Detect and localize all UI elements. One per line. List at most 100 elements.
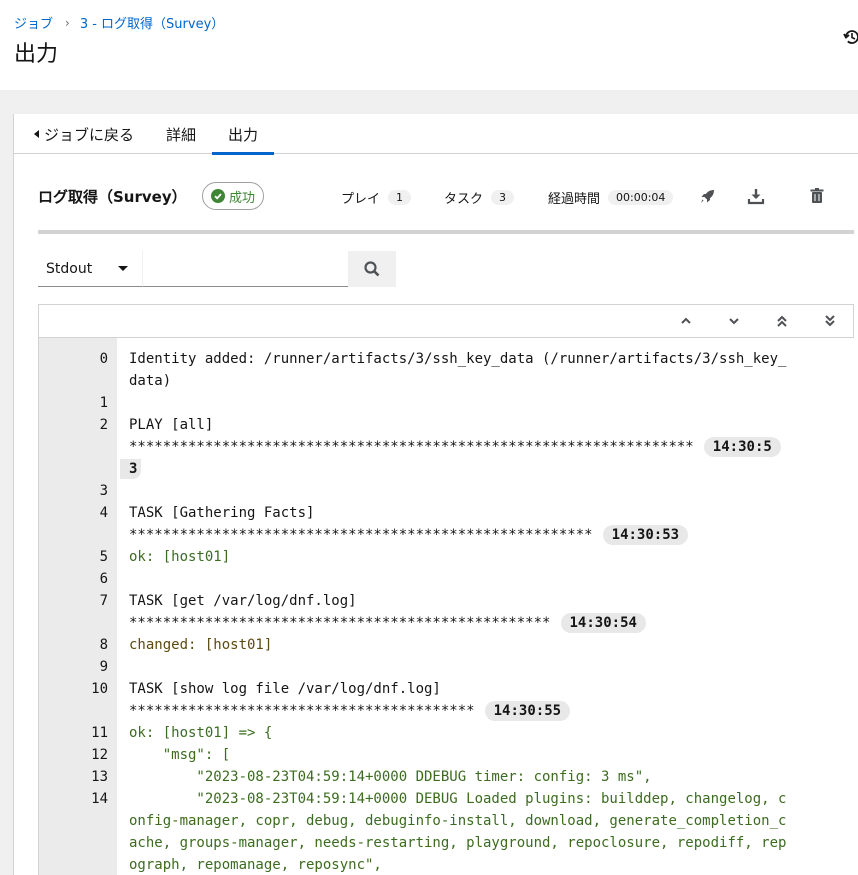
tab-back-to-jobs[interactable]: ジョブに戻る bbox=[14, 114, 150, 154]
log-text: TASK [Gathering Facts] bbox=[129, 505, 315, 521]
search-type-value: Stdout bbox=[46, 260, 93, 277]
elapsed-label: 経過時間 bbox=[548, 192, 601, 207]
log-text: "2023-08-23T04:59:14+0000 DDEBUG timer: … bbox=[129, 769, 652, 785]
chevron-up-icon[interactable] bbox=[678, 313, 694, 329]
tab-label: 出力 bbox=[228, 125, 259, 144]
log-line: ****************************************… bbox=[39, 524, 855, 546]
line-number: 11 bbox=[91, 725, 108, 741]
log-text: "2023-08-23T04:59:14+0000 DEBUG Loaded p… bbox=[129, 791, 787, 807]
log-line: ograph, repomanage, reposync", bbox=[39, 854, 855, 875]
task-count: タスク 3 bbox=[444, 188, 515, 207]
log-line: 10 TASK [show log file /var/log/dnf.log] bbox=[39, 678, 855, 700]
log-output[interactable]: 0 Identity added: /runner/artifacts/3/ssh… bbox=[38, 338, 854, 875]
log-text: TASK [show log file /var/log/dnf.log] bbox=[129, 681, 441, 697]
job-output-card: ジョブに戻る 詳細 出力 ログ取得（Survey） 成功 プレイ 1 タスク 3… bbox=[13, 114, 858, 875]
log-text: PLAY [all] bbox=[129, 417, 214, 433]
log-line: 7 TASK [get /var/log/dnf.log] bbox=[39, 590, 855, 612]
search-input[interactable] bbox=[142, 251, 348, 287]
log-text: ok: [host01] bbox=[129, 549, 231, 565]
tab-bar: ジョブに戻る 詳細 出力 bbox=[14, 114, 858, 155]
caret-down-icon bbox=[118, 266, 128, 271]
chevron-right-icon: › bbox=[65, 15, 70, 30]
timestamp-badge: 14:30:54 bbox=[560, 613, 646, 633]
timestamp-badge: 14:30:53 bbox=[602, 525, 689, 545]
elapsed-badge: 00:00:04 bbox=[608, 190, 674, 205]
line-number: 14 bbox=[91, 791, 108, 807]
log-line: 11 ok: [host01] => { bbox=[39, 722, 855, 744]
log-toolbar bbox=[38, 304, 854, 338]
play-label: プレイ bbox=[341, 192, 381, 207]
elapsed-time: 経過時間 00:00:04 bbox=[548, 188, 674, 207]
tab-details[interactable]: 詳細 bbox=[150, 114, 212, 154]
chevron-down-icon[interactable] bbox=[726, 313, 742, 329]
log-line: onfig-manager, copr, debug, debuginfo-in… bbox=[39, 810, 855, 832]
log-line: ****************************************… bbox=[39, 612, 855, 634]
timestamp-badge: 3 bbox=[120, 459, 142, 479]
line-number: 8 bbox=[99, 637, 108, 653]
line-number: 3 bbox=[99, 483, 108, 499]
caret-left-icon bbox=[34, 130, 39, 138]
line-number: 13 bbox=[91, 769, 108, 785]
log-line: 6 bbox=[39, 568, 855, 590]
rocket-icon[interactable] bbox=[698, 186, 718, 206]
tab-label: ジョブに戻る bbox=[44, 125, 135, 144]
job-name: ログ取得（Survey） bbox=[38, 188, 187, 206]
log-line: 5 ok: [host01] bbox=[39, 546, 855, 568]
line-number: 7 bbox=[99, 593, 108, 609]
line-number: 2 bbox=[99, 417, 108, 433]
tab-output[interactable]: 出力 bbox=[212, 114, 275, 155]
log-text: ****************************************… bbox=[129, 615, 551, 631]
log-text: ****************************************… bbox=[129, 439, 694, 455]
breadcrumb-jobs-link[interactable]: ジョブ bbox=[14, 13, 53, 32]
status-badge: 成功 bbox=[202, 182, 265, 210]
line-number: 12 bbox=[91, 747, 108, 763]
tab-label: 詳細 bbox=[166, 125, 197, 144]
log-line: 2 PLAY [all] bbox=[39, 414, 855, 436]
line-number: 1 bbox=[99, 395, 108, 411]
log-line: 3 bbox=[39, 458, 855, 480]
search-button[interactable] bbox=[348, 251, 396, 287]
timestamp-badge: 14:30:55 bbox=[484, 701, 571, 721]
log-text: "msg": [ bbox=[129, 747, 231, 763]
log-line: ****************************************… bbox=[39, 700, 855, 722]
log-text: ****************************************… bbox=[129, 527, 593, 543]
line-number: 0 bbox=[99, 351, 108, 367]
log-text: ache, groups-manager, needs-restarting, … bbox=[129, 835, 787, 851]
line-number: 6 bbox=[99, 571, 108, 587]
trash-icon[interactable] bbox=[807, 186, 827, 206]
double-chevron-up-icon[interactable] bbox=[774, 313, 790, 329]
task-label: タスク bbox=[444, 192, 484, 207]
breadcrumb: ジョブ › 3 - ログ取得（Survey） bbox=[14, 13, 224, 33]
log-text: ograph, repomanage, reposync", bbox=[129, 857, 382, 873]
check-circle-icon bbox=[211, 189, 225, 203]
search-row: Stdout bbox=[38, 251, 396, 287]
line-number: 5 bbox=[99, 549, 108, 565]
page-title: 出力 bbox=[14, 42, 59, 67]
log-line: 12 "msg": [ bbox=[39, 744, 855, 766]
task-count-badge: 3 bbox=[491, 190, 515, 205]
log-line: 1 bbox=[39, 392, 855, 414]
page-header: ジョブ › 3 - ログ取得（Survey） 出力 bbox=[0, 0, 858, 90]
log-line: data) bbox=[39, 370, 855, 392]
log-line: 8 changed: [host01] bbox=[39, 634, 855, 656]
log-line: 0 Identity added: /runner/artifacts/3/ssh… bbox=[39, 348, 855, 370]
search-type-select[interactable]: Stdout bbox=[38, 251, 142, 287]
double-chevron-down-icon[interactable] bbox=[822, 313, 838, 329]
log-text: ****************************************… bbox=[129, 703, 475, 719]
line-number: 9 bbox=[99, 659, 108, 675]
log-text: onfig-manager, copr, debug, debuginfo-in… bbox=[129, 813, 787, 829]
log-text: Identity added: /runner/artifacts/3/ssh_… bbox=[129, 351, 787, 367]
log-line: ache, groups-manager, needs-restarting, … bbox=[39, 832, 855, 854]
log-text: changed: [host01] bbox=[129, 637, 273, 653]
line-number: 10 bbox=[91, 681, 108, 697]
log-line: 9 bbox=[39, 656, 855, 678]
breadcrumb-current-link[interactable]: 3 - ログ取得（Survey） bbox=[80, 13, 224, 32]
status-label: 成功 bbox=[229, 190, 256, 206]
download-icon[interactable] bbox=[746, 186, 766, 206]
play-count-badge: 1 bbox=[388, 190, 412, 205]
history-icon[interactable] bbox=[843, 28, 858, 46]
progress-bar bbox=[38, 230, 854, 234]
log-line: 3 bbox=[39, 480, 855, 502]
log-line: 14 "2023-08-23T04:59:14+0000 DEBUG Loade… bbox=[39, 788, 855, 810]
log-text: ok: [host01] => { bbox=[129, 725, 273, 741]
